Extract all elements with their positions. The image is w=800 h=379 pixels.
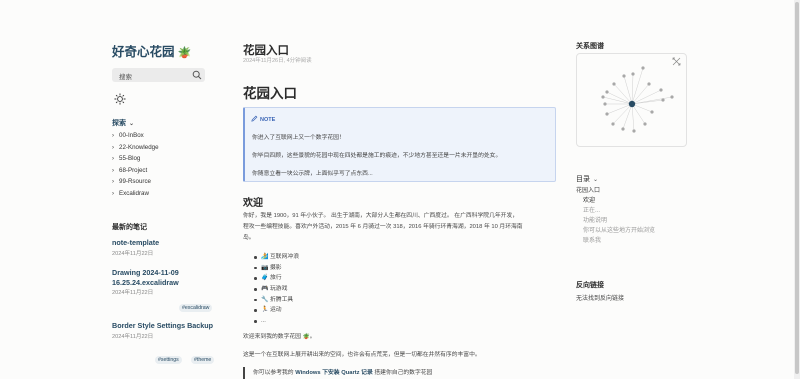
recent-note-date: 2024年11月22日 <box>112 290 154 296</box>
explorer-tree: › 00-InBox › 22-Knowledge › 55-Blog › 68-Pro… <box>112 130 159 200</box>
scrollbar[interactable] <box>794 0 800 379</box>
explorer-folder[interactable]: › 99-Rsource <box>112 176 159 188</box>
graph-view[interactable] <box>576 53 687 147</box>
list-item-text: 摄影 <box>270 264 282 271</box>
list-item: 🏃 运动 <box>254 305 299 316</box>
tag-chip[interactable]: #excalidraw <box>179 304 213 312</box>
intro-line: 你好，我是 1900，91 年小伙子。 出生于湖南，大部分人生都在四川、广西度过… <box>243 213 519 219</box>
callout-line: 你随意立看一块公示牌，上面似乎写了点东西... <box>252 171 373 177</box>
explorer-folder-label: 55-Blog <box>119 155 141 163</box>
toc-item[interactable]: 花园入口 <box>576 186 655 196</box>
quote-suffix: 搭建你自己的数字花园 <box>372 370 433 376</box>
site-title[interactable]: 好奇心花园 🪴 <box>112 41 191 60</box>
list-item-text: 旅行 <box>270 275 282 282</box>
list-item-text: ... <box>261 318 266 325</box>
toc-item[interactable]: 正在... <box>576 206 655 216</box>
pencil-icon <box>251 115 258 122</box>
backlinks-empty: 无法找到反向链接 <box>576 296 625 302</box>
toc-heading[interactable]: 目录 ⌄ <box>576 174 598 184</box>
quartz-guide-link[interactable]: Windows 下安装 Quartz 记录 <box>295 370 373 376</box>
camera-icon: 📷 <box>261 264 269 271</box>
gamepad-icon: 🎮 <box>261 286 269 293</box>
page: 好奇心花园 🪴 搜索 探索 ⌄ › 00-InBox › 22-Knowledge <box>0 0 800 379</box>
sun-icon[interactable] <box>114 93 126 105</box>
list-item: 🎮 玩游戏 <box>254 284 299 295</box>
list-item: 🧳 旅行 <box>254 273 299 284</box>
search-placeholder: 搜索 <box>119 74 132 81</box>
recent-note-date: 2024年11月22日 <box>112 333 154 340</box>
explorer-folder[interactable]: › 55-Blog <box>112 153 159 165</box>
blockquote: 你可以参考我的 Windows 下安装 Quartz 记录 搭建你自己的数字花园 <box>243 367 432 379</box>
intro-line: 岛。 <box>243 235 255 241</box>
search-icon <box>192 70 202 80</box>
chevron-right-icon: › <box>112 133 114 139</box>
list-item-text: 折腾工具 <box>270 296 294 303</box>
callout-header: NOTE <box>251 115 275 123</box>
explorer-folder-label: Excalidraw <box>119 189 149 197</box>
article-heading: 花园入口 <box>243 86 297 101</box>
recent-note: note-template 2024年11月22日 <box>112 238 222 257</box>
chevron-down-icon: ⌄ <box>593 177 599 183</box>
potted-plant-icon: 🪴 <box>177 47 192 59</box>
list-item-text: 玩游戏 <box>270 286 288 293</box>
explorer-folder-label: 99-Rsource <box>119 178 151 186</box>
luggage-icon: 🧳 <box>261 275 269 282</box>
toc-item[interactable]: 欢迎 <box>576 196 655 206</box>
runner-icon: 🏃 <box>261 307 269 314</box>
callout-line: 你毕目四顾，这些景貌的花园中现在四处都是施工的痕迹，不少地方甚至还是一片未开垦的… <box>252 153 502 159</box>
page-meta: 2024年11月26日, 4分钟阅读 <box>243 58 312 64</box>
list-item: 🔧 折腾工具 <box>254 295 299 306</box>
explorer-folder-label: 22-Knowledge <box>119 143 159 151</box>
recent-notes-heading: 最新的笔记 <box>112 224 147 231</box>
recent-note-date: 2024年11月22日 <box>112 250 154 257</box>
table-of-contents: 花园入口 欢迎 正在... 功能说明 你可以从这些地方开始浏览 联系我 <box>576 186 655 246</box>
search-box[interactable]: 搜索 <box>112 68 205 82</box>
hobby-list: 🏄 互联网冲浪 📷 摄影 🧳 旅行 🎮 玩游戏 🔧 折腾工具 🏃 运动 ... <box>254 252 299 327</box>
recent-note: Drawing 2024-11-09 16.25.24.excalidraw 2… <box>112 268 222 296</box>
note-callout: NOTE 你进入了互联网上又一个数字花园！ 你毕目四顾，这些景貌的花园中现在四处… <box>243 107 556 182</box>
explorer-folder[interactable]: › Excalidraw <box>112 188 159 200</box>
section-heading-welcome: 欢迎 <box>243 198 263 209</box>
list-item: 📷 摄影 <box>254 263 299 274</box>
surfer-icon: 🏄 <box>261 254 269 260</box>
site-title-text: 好奇心花园 <box>112 45 175 59</box>
list-item-text: 互联网冲浪 <box>270 254 299 260</box>
list-item-text: 运动 <box>270 307 282 314</box>
explorer-folder-label: 00-InBox <box>119 132 144 139</box>
recent-note-title[interactable]: note-template <box>112 238 222 248</box>
toc-item[interactable]: 联系我 <box>576 236 655 246</box>
welcome-text: 欢迎来到我的数字花园 🪴。 <box>243 334 316 340</box>
explorer-folder[interactable]: › 68-Project <box>112 165 159 177</box>
recent-note-title[interactable]: Border Style Settings Backup <box>112 321 222 331</box>
toc-item[interactable]: 你可以从这些地方开始浏览 <box>576 226 655 236</box>
chevron-right-icon: › <box>112 190 114 197</box>
toc-item[interactable]: 功能说明 <box>576 216 655 226</box>
scrollbar-thumb[interactable] <box>795 2 799 374</box>
explorer-heading-text: 探索 <box>112 120 126 127</box>
explorer-folder-label: 68-Project <box>119 166 148 174</box>
toc-heading-text: 目录 <box>576 176 590 183</box>
tag-chip[interactable]: #theme <box>191 356 215 364</box>
wrench-icon: 🔧 <box>261 296 269 303</box>
description-text: 这是一个在互联网上展开耕出来的空间，也许会有点荒芜，但是一切都在井然有序的丰富中… <box>243 352 481 358</box>
explorer-heading[interactable]: 探索 ⌄ <box>112 118 134 128</box>
intro-line: 程攻一些编程技能。喜欢户外活动，2015 年 6 月骑过一次 318，2016 … <box>243 224 523 230</box>
explorer-folder[interactable]: › 00-InBox <box>112 130 159 142</box>
tag-chip[interactable]: #settings <box>155 356 182 364</box>
graph-network <box>601 66 674 133</box>
callout-label: NOTE <box>260 117 276 123</box>
backlinks-heading: 反向链接 <box>576 282 604 289</box>
quote-prefix: 你可以参考我的 <box>253 370 296 376</box>
callout-line: 你进入了互联网上又一个数字花园！ <box>252 135 345 141</box>
recent-note: Border Style Settings Backup 2024年11月22日 <box>112 321 222 340</box>
expand-graph-icon[interactable] <box>672 57 681 66</box>
recent-note-title[interactable]: Drawing 2024-11-09 16.25.24.excalidraw <box>112 268 222 287</box>
list-item: ... <box>254 316 299 327</box>
graph-heading: 关系图谱 <box>576 43 604 50</box>
explorer-folder[interactable]: › 22-Knowledge <box>112 142 159 154</box>
chevron-down-icon: ⌄ <box>129 121 135 127</box>
list-item: 🏄 互联网冲浪 <box>254 252 299 263</box>
